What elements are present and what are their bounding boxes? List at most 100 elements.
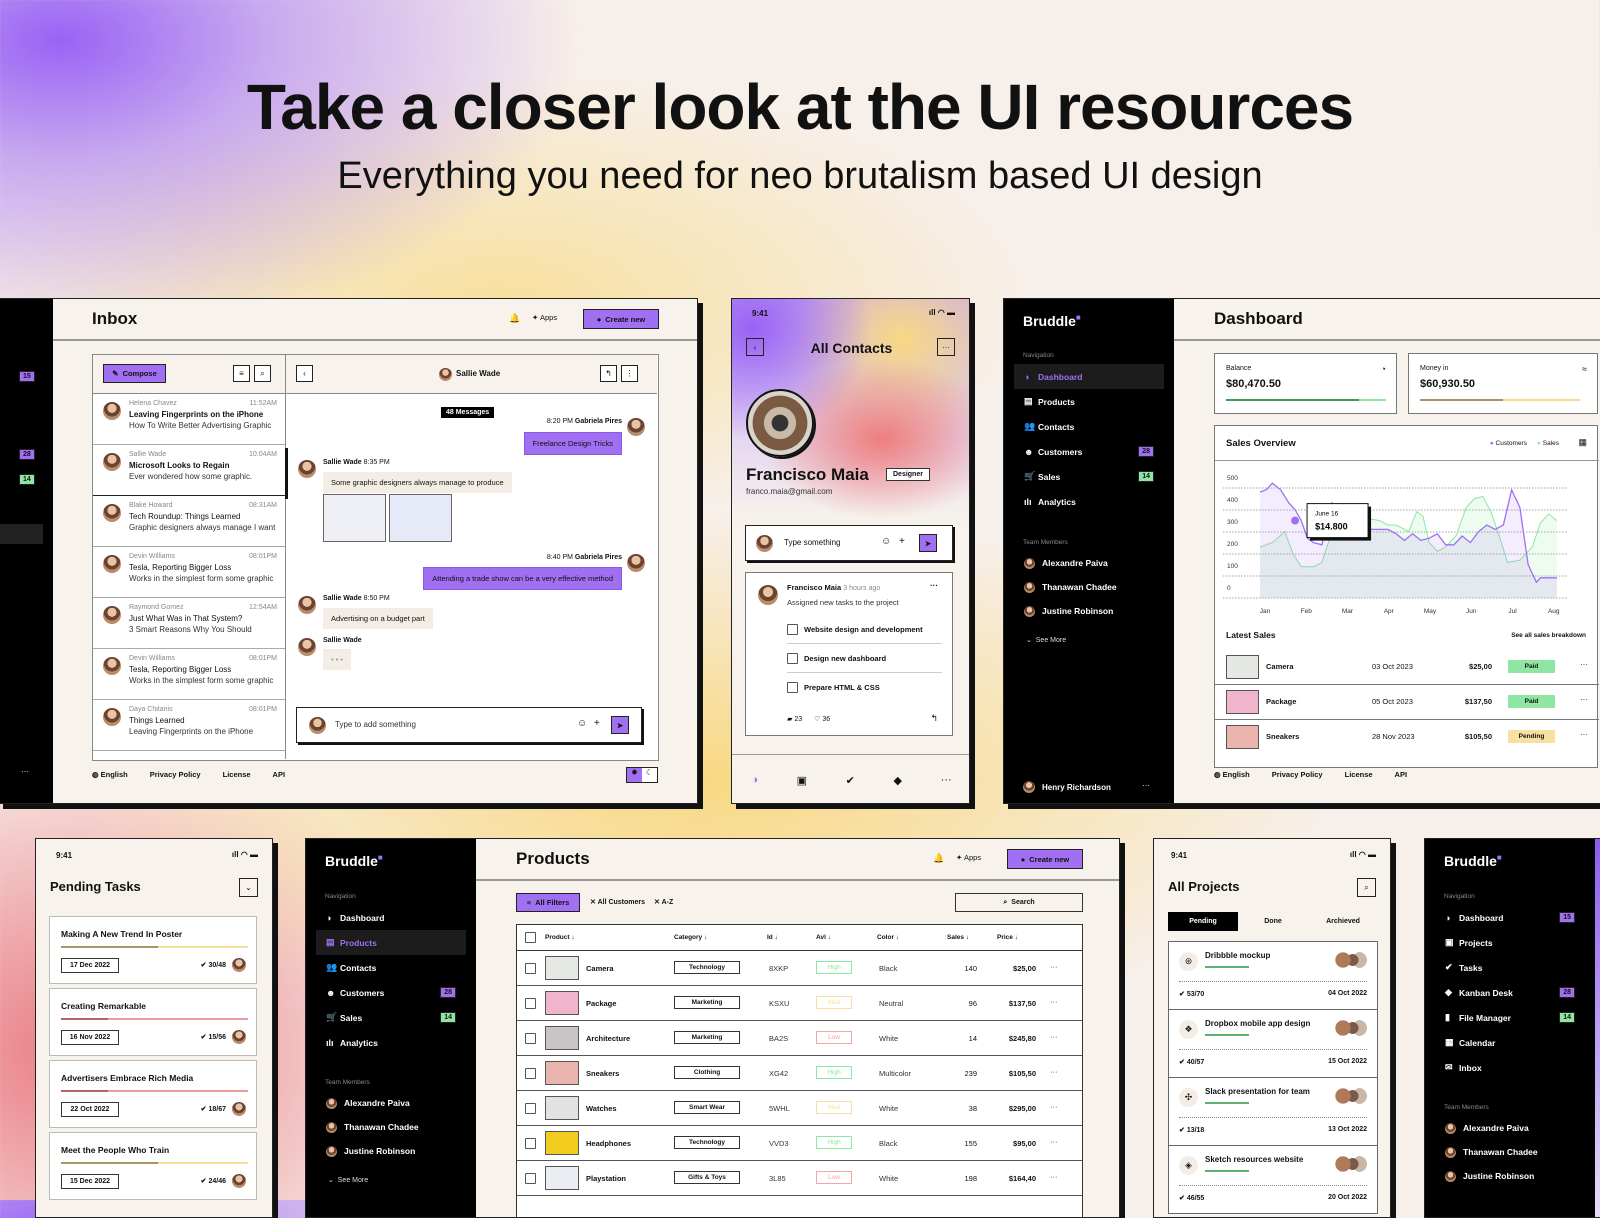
sidebar-item-contacts[interactable]: 👥 Contacts [1014, 414, 1164, 439]
table-row[interactable]: Package Marketing KSXU Med Neutral 96 $137,50 ·… [517, 986, 1082, 1021]
filter-chip[interactable]: ✕ A-Z [654, 898, 673, 906]
comment-input[interactable]: Type something [784, 538, 840, 547]
mail-item[interactable]: Blake Howard 08:31AM Tech Roundup: Things … [93, 496, 285, 547]
calendar-icon[interactable]: ▦ [1578, 437, 1587, 448]
more-icon[interactable]: ··· [930, 581, 938, 590]
filter-chip[interactable]: ✕ All Customers [590, 898, 645, 906]
sidebar-item-tasks[interactable]: ✔ Tasks [1435, 955, 1585, 980]
mail-item[interactable]: Devin Williams 08:01PM Tesla, Reporting Bi… [93, 649, 285, 700]
tab-done[interactable]: Done [1238, 912, 1308, 931]
row-more-icon[interactable]: ··· [1050, 997, 1058, 1006]
row-checkbox[interactable] [525, 1033, 536, 1044]
column-header-sales[interactable]: Sales ↓ [947, 934, 969, 941]
image-attachment[interactable] [323, 494, 386, 542]
more-icon[interactable]: ··· [21, 767, 29, 776]
table-row[interactable]: Headphones Technology VVD3 High Black 155 $95,… [517, 1126, 1082, 1161]
privacy-link[interactable]: Privacy Policy [150, 770, 201, 779]
sidebar-item-dashboard[interactable]: ◑ Dashboard [1014, 364, 1164, 389]
row-more-icon[interactable]: ··· [1050, 1032, 1058, 1041]
highlight-point[interactable] [1291, 516, 1300, 525]
project-card[interactable]: ✣ Slack presentation for team ✔ 13/18 13 Oc… [1169, 1078, 1377, 1146]
row-checkbox[interactable] [525, 1103, 536, 1114]
more-icon[interactable]: ··· [1580, 730, 1588, 739]
sidebar-item-calendar[interactable]: ▦ Calendar [1435, 1030, 1585, 1055]
row-checkbox[interactable] [525, 963, 536, 974]
current-user[interactable]: Henry Richardson [1042, 783, 1111, 792]
message-input[interactable]: Type to add something [335, 720, 416, 729]
mail-item[interactable]: Devin Williams 08:01PM Tesla, Reporting Bi… [93, 547, 285, 598]
project-card[interactable]: ◈ Sketch resources website ✔ 46/55 20 Oct 2… [1169, 1146, 1377, 1214]
project-card[interactable]: ⊛ Dribbble mockup ✔ 53/70 04 Oct 2022 [1169, 942, 1377, 1010]
tab-inbox-icon[interactable]: ▣ [797, 774, 807, 787]
user-menu-icon[interactable]: ··· [1142, 781, 1150, 790]
create-new-button[interactable]: ● Create new [583, 309, 659, 329]
project-card[interactable]: ❖ Dropbox mobile app design ✔ 40/57 15 Oct … [1169, 1010, 1377, 1078]
plus-icon[interactable]: + [899, 536, 905, 547]
reply-icon[interactable]: ↰ [930, 713, 938, 724]
task-card[interactable]: Creating Remarkable 16 Nov 2022 ✔ 15/56 [49, 988, 257, 1056]
tab-pending[interactable]: Pending [1168, 912, 1238, 931]
column-header-price[interactable]: Price ↓ [997, 934, 1018, 941]
row-more-icon[interactable]: ··· [1050, 1102, 1058, 1111]
see-more-button[interactable]: ⌄ See More [1026, 636, 1066, 644]
search-box[interactable]: ⌕ Search [955, 893, 1083, 912]
sidebar-item-customers[interactable]: ☻ Customers 28 [316, 980, 466, 1005]
sidebar-item-contacts[interactable]: 👥 Contacts [316, 955, 466, 980]
row-more-icon[interactable]: ··· [1050, 1172, 1058, 1181]
search-button[interactable]: ⌕ [1357, 878, 1376, 897]
row-checkbox[interactable] [525, 1068, 536, 1079]
team-member[interactable]: Thanawan Chadee [1014, 575, 1164, 599]
bell-icon[interactable]: 🔔 [933, 853, 944, 864]
task-checkbox[interactable] [787, 623, 798, 635]
table-row[interactable]: Architecture Marketing BA2S Low White 14 $245,… [517, 1021, 1082, 1056]
sidebar-item-dashboard[interactable]: ◑ Dashboard [316, 905, 466, 930]
sidebar-item-sales[interactable]: 🛒 Sales 14 [1014, 464, 1164, 489]
tab-tasks-icon[interactable]: ✔ [846, 774, 855, 787]
sidebar-item-products[interactable]: ▤ Products [316, 930, 466, 955]
see-all-link[interactable]: See all sales breakdown [1511, 632, 1586, 639]
back-button[interactable]: ‹ [296, 365, 313, 382]
emoji-icon[interactable]: ☺ [577, 718, 587, 729]
sidebar-item-kanban-desk[interactable]: ◆ Kanban Desk 28 [1435, 980, 1585, 1005]
send-button[interactable]: ➤ [611, 716, 629, 734]
tab-more-icon[interactable]: ··· [941, 774, 952, 786]
mail-item[interactable]: Sallie Wade 10:04AM Microsoft Looks to Reg… [93, 445, 285, 496]
legend-customers[interactable]: ● Customers [1490, 440, 1527, 447]
more-icon[interactable]: ··· [1580, 695, 1588, 704]
mail-item[interactable]: Daya Chitanis 08:01PM Things Learned Leavin… [93, 700, 285, 751]
sale-row[interactable]: Package 05 Oct 2023 $137,50 Paid ··· [1215, 685, 1599, 720]
task-card[interactable]: Making A New Trend In Poster 17 Dec 2022 ✔… [49, 916, 257, 984]
task-checkbox[interactable] [787, 682, 798, 693]
sidebar-item-file-manager[interactable]: ▮ File Manager 14 [1435, 1005, 1585, 1030]
row-more-icon[interactable]: ··· [1050, 1067, 1058, 1076]
message-input-box[interactable]: Type to add something ☺ + ➤ [296, 707, 642, 743]
column-header-category[interactable]: Category ↓ [674, 934, 707, 941]
table-row[interactable]: Watches Smart Wear 5WHL Med White 38 $295,00 ··… [517, 1091, 1082, 1126]
more-button[interactable]: ··· [937, 338, 955, 356]
more-vertical-button[interactable]: ⋮ [621, 365, 638, 382]
theme-toggle[interactable]: ✹ ☾ [626, 767, 658, 783]
create-new-button[interactable]: ● Create new [1007, 849, 1083, 869]
team-member[interactable]: Alexandre Paiva [1435, 1116, 1585, 1140]
sidebar-item-customers[interactable]: ☻ Customers 28 [1014, 439, 1164, 464]
sidebar-item-analytics[interactable]: ılı Analytics [316, 1030, 466, 1055]
table-row[interactable]: Playstation Gifts & Toys 3L85 Low White 198 $1… [517, 1161, 1082, 1196]
team-member[interactable]: Justine Robinson [1435, 1164, 1585, 1188]
column-header-id[interactable]: Id ↓ [767, 934, 778, 941]
more-icon[interactable]: ··· [1580, 660, 1588, 669]
comments-button[interactable]: ▰ 23 [787, 715, 802, 723]
row-checkbox[interactable] [525, 998, 536, 1009]
sidebar-item-projects[interactable]: ▣ Projects [1435, 930, 1585, 955]
task-card[interactable]: Meet the People Who Train 15 Dec 2022 ✔ 24… [49, 1132, 257, 1200]
filter-button[interactable]: ≡ [233, 365, 250, 382]
column-header-color[interactable]: Color ↓ [877, 934, 899, 941]
bell-icon[interactable]: 🔔 [509, 313, 520, 324]
team-member[interactable]: Justine Robinson [316, 1139, 466, 1163]
dropdown-button[interactable]: ⌄ [239, 878, 258, 897]
table-row[interactable]: Camera Technology 8XKP High Black 140 $25,00 ··… [517, 951, 1082, 986]
rail-active-item[interactable] [0, 524, 43, 544]
sidebar-item-dashboard[interactable]: ◑ Dashboard 15 [1435, 905, 1585, 930]
sale-row[interactable]: Sneakers 28 Nov 2023 $105,50 Pending ··· [1215, 720, 1599, 755]
language-link[interactable]: ◍ English [1214, 770, 1250, 779]
image-attachment[interactable] [389, 494, 452, 542]
